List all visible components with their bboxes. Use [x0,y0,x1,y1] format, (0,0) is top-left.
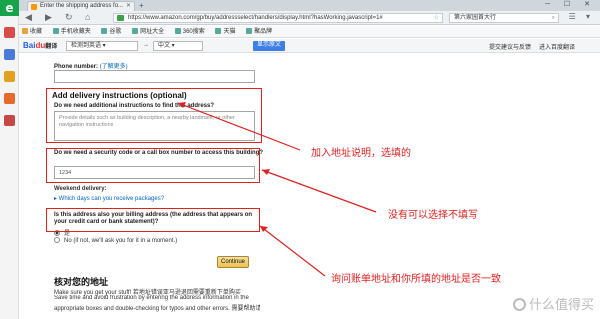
show-original-button[interactable]: 显示原文 [253,41,285,51]
bookmark-item[interactable]: 谷歌 [101,26,121,38]
bookmark-item[interactable]: 手机收藏夹 [52,26,91,38]
watermark-logo-icon [512,298,526,311]
open-baidu-translate-link[interactable]: 进入百度翻译 [539,42,575,51]
forward-icon[interactable]: ▶ [45,12,52,23]
target-language-select[interactable]: 中文 ▾ [153,41,203,51]
window-controls[interactable]: ─ ☐ ✕ [545,0,596,8]
search-text: 第六家园首大行 [454,15,497,21]
home-icon[interactable]: ⌂ [85,12,90,22]
bookmarks-bar: 收藏 手机收藏夹 谷歌 网址大全 360搜索 天猫 聚品牌 [19,26,600,38]
bookmark-item[interactable]: 收藏 [22,26,42,38]
tab-title: Enter the shipping address fo... [40,3,124,9]
weibo-icon[interactable] [3,71,15,82]
browser-menu-icon[interactable]: ☰ ▾ [569,12,594,21]
search-icon[interactable]: ⌕ [552,14,555,22]
phone-label: Phone number: (了解更多) [54,64,128,70]
amazon-favicon-icon [31,4,37,10]
highlight-security-box [46,148,260,183]
back-icon[interactable]: ◀ [25,12,32,23]
highlight-instructions-box [46,88,262,143]
annotation-security: 没有可以选择不填写 [388,210,478,221]
video-icon[interactable] [3,115,15,126]
bookmark-item[interactable]: 聚品牌 [246,26,272,38]
game-icon[interactable] [3,93,15,104]
url-text: https://www.amazon.com/gp/buy/addresssel… [128,15,383,21]
favorites-icon[interactable] [3,27,15,38]
refresh-icon[interactable]: ↻ [65,12,73,23]
bookmark-icon [246,28,253,34]
feedback-link[interactable]: 提交建议与反馈 [489,42,531,51]
translate-bar: Baidu翻译 检测到英语 ▾ → 中文 ▾ 显示原文 提交建议与反馈 进入百度… [19,39,600,53]
bookmark-star-icon [22,28,28,34]
phone-field[interactable] [54,70,255,83]
highlight-billing-box [46,208,260,232]
notes-icon[interactable] [3,49,15,60]
annotation-instructions: 加入地址说明，选填的 [311,148,411,159]
continue-button[interactable]: Continue [217,256,249,268]
browser-tab[interactable]: Enter the shipping address fo... ✕ [27,1,135,11]
watermark: 什么值得买 [512,294,594,313]
bookmark-item[interactable]: 360搜索 [174,26,205,38]
new-tab-icon[interactable]: + [139,1,144,10]
verify-text-line: Save time and avoid frustration by enter… [54,295,249,301]
title-bar: Enter the shipping address fo... ✕ + ─ ☐… [19,0,600,11]
annotation-billing: 询问账单地址和你所填的地址是否一致 [331,274,501,285]
billing-no-radio[interactable]: No (if not, we'll ask you for it in a mo… [54,237,177,244]
bookmark-star-icon[interactable]: ☆ [434,14,439,22]
browser-sidebar: e [0,0,19,319]
tab-close-icon[interactable]: ✕ [126,2,131,11]
weekend-delivery-label: Weekend delivery: [54,186,107,192]
language-arrow-icon: → [143,42,149,48]
bookmark-icon [52,28,59,34]
search-input[interactable]: 第六家园首大行 ⌕ [449,13,559,23]
address-row: ◀ ▶ ↻ ⌂ https://www.amazon.com/gp/buy/ad… [19,11,600,25]
baidu-translate-logo: Baidu翻译 [23,41,58,50]
verify-text-line: appropriate boxes and double-checking fo… [54,306,260,312]
bookmark-icon [132,28,139,34]
bookmark-icon [101,28,108,34]
browser-logo-icon[interactable]: e [0,0,19,16]
bookmark-icon [174,28,181,34]
radio-unselected-icon [54,237,60,243]
secure-lock-icon [117,15,124,21]
source-language-select[interactable]: 检测到英语 ▾ [66,41,138,51]
weekend-days-link[interactable]: ▸ Which days can you receive packages? [54,195,164,202]
bookmark-icon [215,28,222,34]
address-bar[interactable]: https://www.amazon.com/gp/buy/addresssel… [113,13,443,23]
bookmark-item[interactable]: 天猫 [215,26,235,38]
bookmark-item[interactable]: 网址大全 [132,26,164,38]
